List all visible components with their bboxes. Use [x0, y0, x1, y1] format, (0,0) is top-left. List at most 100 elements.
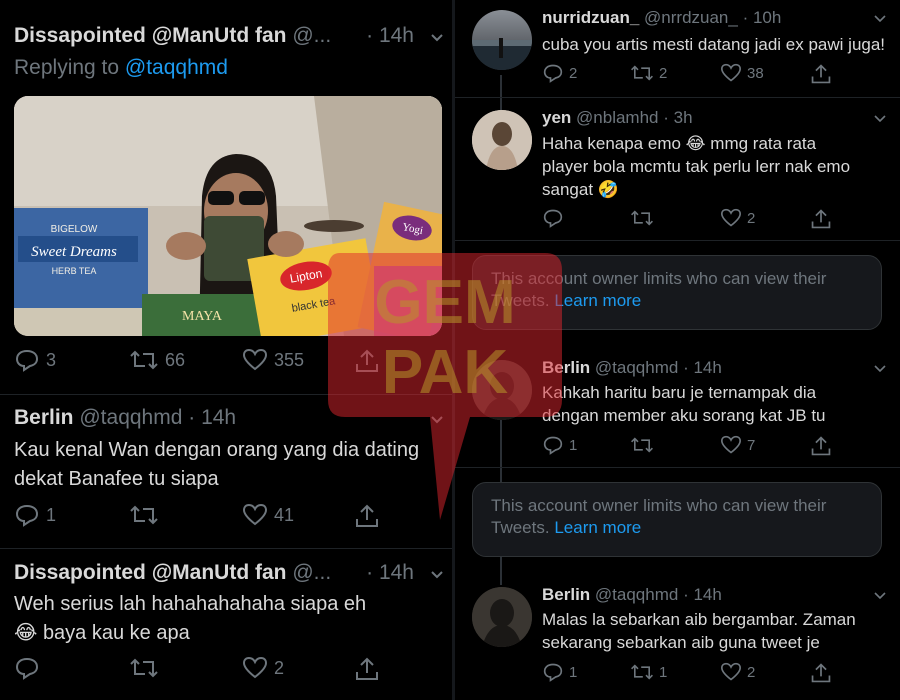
author-handle[interactable]: @...: [292, 561, 331, 584]
author-name[interactable]: Berlin: [542, 358, 590, 377]
chevron-down-icon[interactable]: [874, 363, 886, 375]
like-button[interactable]: 38: [720, 63, 764, 83]
tweet-header: Berlin @taqqhmd · 14h: [542, 358, 722, 378]
like-count: 2: [747, 209, 756, 227]
tweet-actions: 1 1 2: [542, 662, 850, 684]
reply-icon: [543, 436, 563, 455]
author-handle[interactable]: @nblamhd: [576, 108, 658, 127]
author-name[interactable]: yen: [542, 108, 571, 127]
share-button[interactable]: [354, 656, 380, 682]
tweet-text-line2: player bola mcmtu tak perlu lerr nak emo: [542, 157, 851, 176]
heart-icon: [242, 656, 268, 679]
reply-count: 1: [46, 504, 57, 525]
like-count: 41: [274, 504, 295, 525]
heart-icon: [720, 208, 742, 227]
like-button[interactable]: 41: [242, 503, 294, 527]
chevron-down-icon[interactable]: [874, 13, 886, 25]
tweet-actions: 1 41: [14, 503, 412, 533]
retweet-icon: [130, 658, 158, 678]
retweet-count: 1: [659, 663, 668, 681]
divider: [455, 240, 900, 241]
reply-count: 3: [46, 349, 57, 370]
share-button[interactable]: [810, 435, 832, 457]
heart-icon: [720, 662, 742, 681]
chevron-down-icon[interactable]: [430, 31, 444, 45]
share-button[interactable]: [810, 662, 832, 684]
heart-icon: [720, 435, 742, 454]
photo-illustration: BIGELOW Sweet Dreams HERB TEA MAYA Lipto…: [14, 96, 442, 336]
share-button[interactable]: [354, 503, 380, 529]
reply-button[interactable]: 3: [14, 348, 56, 372]
tweet-text: Kau kenal Wan dengan orang yang dia dati…: [14, 439, 420, 490]
avatar[interactable]: [472, 10, 532, 70]
chevron-down-icon[interactable]: [430, 413, 444, 427]
tweet-time: · 14h: [366, 561, 414, 584]
author-name[interactable]: Berlin: [542, 585, 590, 604]
share-icon: [356, 657, 378, 680]
retweet-button[interactable]: [630, 208, 659, 228]
author-handle[interactable]: @taqqhmd: [595, 585, 678, 604]
box1-sub: HERB TEA: [52, 266, 97, 276]
retweet-button[interactable]: [129, 503, 165, 527]
tweet-header: Berlin @taqqhmd · 14h: [542, 585, 722, 605]
like-count: 38: [747, 64, 764, 82]
author-name[interactable]: Dissapointed @ManUtd fan: [14, 561, 287, 584]
reply-button[interactable]: [14, 656, 46, 680]
author-handle[interactable]: @nrrdzuan_: [644, 8, 738, 27]
tweet-header: Dissapointed @ManUtd fan @...: [14, 561, 331, 585]
share-icon: [356, 349, 378, 372]
tweet-time: · 14h: [683, 585, 722, 604]
tweet-text-line2: dengan member aku sorang kat JB tu: [542, 406, 826, 425]
box1-title: Sweet Dreams: [31, 244, 117, 260]
tweet-text-line1: Haha kenapa emo 😂 mmg rata rata: [542, 132, 886, 155]
avatar[interactable]: [472, 587, 532, 647]
reply-button[interactable]: 2: [542, 63, 577, 83]
author-name[interactable]: Dissapointed @ManUtd fan: [14, 24, 287, 47]
divider: [455, 97, 900, 98]
emoji-rofl: 🤣: [597, 180, 619, 199]
like-button[interactable]: 2: [720, 662, 755, 682]
like-count: 2: [274, 657, 285, 678]
avatar[interactable]: [472, 110, 532, 170]
author-handle[interactable]: @taqqhmd: [595, 358, 678, 377]
chevron-down-icon[interactable]: [874, 590, 886, 602]
tweet-time: · 10h: [742, 8, 782, 27]
divider: [0, 394, 452, 395]
tweet-media-photo[interactable]: BIGELOW Sweet Dreams HERB TEA MAYA Lipto…: [14, 96, 442, 336]
learn-more-link[interactable]: Learn more: [554, 291, 641, 310]
replying-to: Replying to @taqqhmd: [14, 56, 228, 80]
author-handle[interactable]: @taqqhmd: [79, 406, 182, 429]
reply-button[interactable]: 1: [542, 435, 577, 455]
author-name[interactable]: nurridzuan_: [542, 8, 639, 27]
author-handle[interactable]: @...: [292, 24, 331, 47]
retweet-button[interactable]: 2: [630, 63, 667, 83]
chevron-down-icon[interactable]: [874, 113, 886, 125]
chevron-down-icon[interactable]: [430, 568, 444, 582]
retweet-button[interactable]: [630, 435, 659, 455]
reply-button[interactable]: [542, 208, 569, 228]
like-button[interactable]: 7: [720, 435, 755, 455]
retweet-button[interactable]: 1: [630, 662, 667, 682]
learn-more-link[interactable]: Learn more: [554, 518, 641, 537]
like-button[interactable]: 2: [242, 656, 284, 680]
share-button[interactable]: [810, 208, 832, 230]
reply-icon: [15, 657, 39, 680]
replying-handle-link[interactable]: @taqqhmd: [125, 56, 228, 79]
heart-icon: [242, 503, 268, 526]
tweet-text-line2-wrap: 😂 baya kau ke apa: [14, 619, 432, 648]
author-name[interactable]: Berlin: [14, 406, 74, 429]
like-count: 355: [274, 349, 305, 370]
avatar[interactable]: [472, 360, 532, 420]
share-icon: [811, 64, 831, 84]
reply-button[interactable]: 1: [542, 662, 577, 682]
like-button[interactable]: 355: [242, 348, 304, 372]
like-button[interactable]: 2: [720, 208, 755, 228]
reply-icon: [15, 504, 39, 527]
limited-text: This account owner limits who can view t…: [491, 496, 827, 537]
reply-button[interactable]: 1: [14, 503, 56, 527]
retweet-button[interactable]: 66: [129, 348, 185, 372]
tweet-text-line3: sangat 🤣: [542, 178, 886, 201]
share-button[interactable]: [810, 63, 832, 85]
share-button[interactable]: [354, 348, 380, 374]
retweet-button[interactable]: [129, 656, 165, 680]
